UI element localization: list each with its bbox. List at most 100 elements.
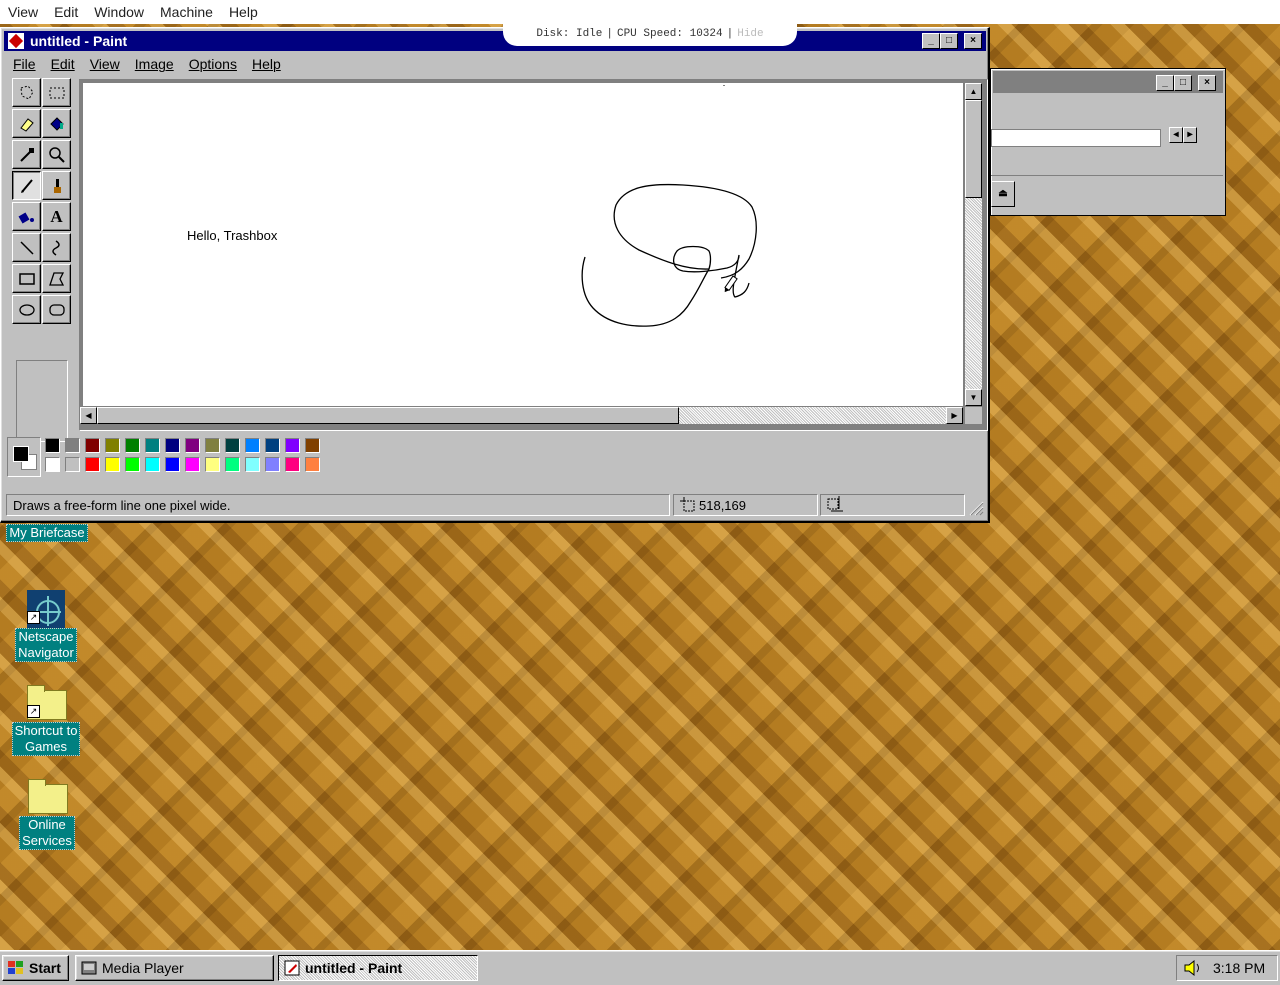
palette-swatch[interactable] [225,457,240,472]
magnifier-tool[interactable] [42,140,71,169]
scroll-left-button[interactable]: ◀ [80,407,97,424]
pick-color-tool[interactable] [12,140,41,169]
palette-swatch[interactable] [85,457,100,472]
palette-swatch[interactable] [225,438,240,453]
palette-swatch[interactable] [165,438,180,453]
horizontal-scrollbar[interactable]: ◀ ▶ [80,407,963,424]
text-tool[interactable]: A [42,202,71,231]
vertical-scroll-thumb[interactable] [965,100,982,198]
desktop-icon-online-services[interactable]: Online Services [2,778,92,850]
line-tool[interactable] [12,233,41,262]
palette-swatch[interactable] [265,438,280,453]
maximize-button[interactable]: □ [940,33,958,49]
rectangle-tool[interactable] [12,264,41,293]
scroll-down-button[interactable]: ▼ [965,389,982,406]
curve-tool[interactable] [42,233,71,262]
host-menu-help[interactable]: Help [221,4,266,20]
palette-swatch[interactable] [305,438,320,453]
paint-bucket-icon [49,116,64,131]
menu-options[interactable]: Options [181,56,244,72]
clock[interactable]: 3:18 PM [1213,960,1265,976]
tool-options-box[interactable] [16,360,68,442]
palette-swatch[interactable] [205,457,220,472]
palette-swatch[interactable] [285,438,300,453]
brush-icon [53,178,61,193]
palette-swatch[interactable] [165,457,180,472]
menu-edit[interactable]: Edit [43,56,82,72]
palette-swatch[interactable] [205,438,220,453]
selection-size-icon [827,496,843,512]
rounded-rectangle-tool[interactable] [42,295,71,324]
palette-swatch[interactable] [245,457,260,472]
select-tool[interactable] [42,78,71,107]
brush-tool[interactable] [42,171,71,200]
palette-swatch[interactable] [185,438,200,453]
palette-swatch[interactable] [45,438,60,453]
vertical-scrollbar[interactable]: ▲ ▼ [965,83,982,406]
rectangle-icon [18,272,35,285]
palette-swatch[interactable] [105,438,120,453]
palette-swatch[interactable] [65,438,80,453]
palette-swatch[interactable] [125,438,140,453]
menu-help[interactable]: Help [244,56,288,72]
host-menu-window[interactable]: Window [86,4,152,20]
minimize-button[interactable]: _ [1156,75,1174,91]
minimize-button[interactable]: _ [922,33,940,49]
palette-swatch[interactable] [305,457,320,472]
ellipse-tool[interactable] [12,295,41,324]
eject-button[interactable]: ⏏ [991,181,1015,207]
resize-grip-icon[interactable] [966,498,984,516]
free-form-select-tool[interactable] [12,78,41,107]
host-menu-view[interactable]: View [0,4,46,20]
close-button[interactable]: × [964,33,982,49]
palette-swatch[interactable] [145,438,160,453]
next-mark-button[interactable]: ▸ [1183,127,1197,143]
start-label: Start [29,960,61,976]
menu-file[interactable]: File [5,56,43,72]
paint-window[interactable]: untitled - Paint _ □ × File Edit View Im… [0,27,990,523]
media-player-window[interactable]: _ □ × ◂ ▸ ⏏ [990,68,1226,216]
scroll-right-button[interactable]: ▶ [946,407,963,424]
taskbar-button-paint[interactable]: untitled - Paint [278,955,478,981]
paint-app-icon[interactable] [8,33,24,49]
current-colors[interactable] [7,437,41,477]
cursor-position-panel: 518,169 [673,494,818,516]
desktop-icon-shortcut-to-games[interactable]: ↗ Shortcut to Games [1,684,91,756]
menu-image[interactable]: Image [127,56,181,72]
eraser-tool[interactable] [12,109,41,138]
menu-view[interactable]: View [82,56,127,72]
palette-swatch[interactable] [185,457,200,472]
drawing-canvas[interactable]: Hello, Trashbox [83,83,963,406]
host-menu-machine[interactable]: Machine [152,4,221,20]
paint-titlebar[interactable]: untitled - Paint [4,31,986,51]
prev-mark-button[interactable]: ◂ [1169,127,1183,143]
fill-tool[interactable] [42,109,71,138]
palette-swatch[interactable] [65,457,80,472]
hide-button[interactable]: Hide [737,28,763,40]
palette-swatch[interactable] [125,457,140,472]
pencil-cursor-icon [724,275,738,293]
pencil-tool[interactable] [12,171,41,200]
close-button[interactable]: × [1198,75,1216,91]
taskbar-button-media-player[interactable]: Media Player [75,955,274,981]
desktop-icon-my-briefcase[interactable]: My Briefcase [2,524,92,542]
desktop-icon-netscape-navigator[interactable]: ↗ Netscape Navigator [1,590,91,662]
horizontal-scroll-thumb[interactable] [97,407,679,424]
palette-swatch[interactable] [105,457,120,472]
volume-speaker-icon[interactable] [1183,959,1205,977]
palette-swatch[interactable] [285,457,300,472]
media-player-icon [81,961,97,975]
palette-swatch[interactable] [85,438,100,453]
polygon-tool[interactable] [42,264,71,293]
host-menu-edit[interactable]: Edit [46,4,86,20]
label-line: Shortcut to [14,723,78,738]
airbrush-tool[interactable] [12,202,41,231]
palette-swatch[interactable] [245,438,260,453]
palette-swatch[interactable] [45,457,60,472]
start-button[interactable]: Start [2,955,69,981]
maximize-button[interactable]: □ [1174,75,1192,91]
palette-swatch[interactable] [145,457,160,472]
scroll-up-button[interactable]: ▲ [965,83,982,100]
media-position-track[interactable] [991,129,1161,147]
palette-swatch[interactable] [265,457,280,472]
